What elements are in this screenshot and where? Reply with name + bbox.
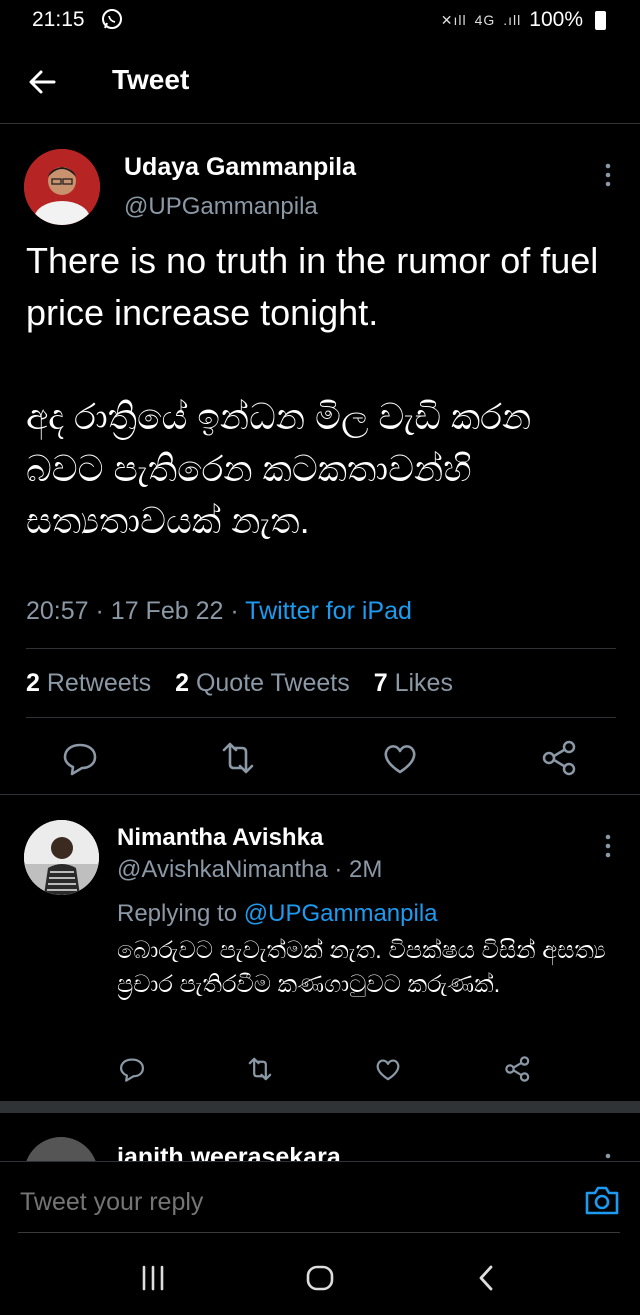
next-reply-author-name[interactable]: janith weerasekara [117, 1143, 341, 1161]
author-name[interactable]: Udaya Gammanpila [124, 153, 356, 182]
tweet-time: 20:57 [26, 597, 89, 625]
home-icon[interactable] [303, 1261, 337, 1295]
mute-icon: ✕ıll [440, 11, 467, 28]
status-icons: ✕ıll 4G .ıll 100% [441, 8, 606, 32]
like-heart-icon[interactable] [378, 736, 422, 780]
reply-tweet[interactable]: Nimantha Avishka @AvishkaNimantha · 2M R… [0, 796, 640, 1101]
signal-icon: .ıll [503, 12, 522, 28]
author-avatar[interactable] [24, 149, 100, 225]
divider [26, 717, 616, 718]
tweet-metadata: 20:57 · 17 Feb 22 · Twitter for iPad [26, 597, 412, 626]
battery-icon [595, 10, 606, 30]
meta-separator: · [95, 597, 111, 625]
section-separator [0, 1101, 640, 1113]
share-icon[interactable] [538, 736, 582, 780]
tweet-source-link[interactable]: Twitter for iPad [245, 597, 412, 625]
camera-icon[interactable] [584, 1184, 620, 1216]
replying-to: Replying to @UPGammanpila [117, 900, 438, 928]
replying-prefix: Replying to [117, 900, 238, 927]
reply-composer [0, 1161, 640, 1241]
author-handle[interactable]: @UPGammanpila [124, 193, 318, 221]
whatsapp-icon [102, 9, 122, 29]
next-reply-peek[interactable]: janith weerasekara [0, 1113, 640, 1161]
reply-age: 2M [349, 856, 383, 883]
network-label: 4G [474, 12, 496, 28]
tweet-stats: 2 Retweets 2 Quote Tweets 7 Likes [26, 669, 453, 698]
quote-tweets-stat[interactable]: 2 Quote Tweets [175, 669, 350, 698]
main-tweet: Udaya Gammanpila @UPGammanpila There is … [0, 125, 640, 795]
divider [26, 648, 616, 649]
more-options-icon[interactable] [602, 161, 614, 189]
battery-percent: 100% [529, 8, 583, 31]
meta-separator: · [230, 597, 246, 625]
system-nav-bar [0, 1241, 640, 1315]
page-title: Tweet [112, 64, 190, 95]
recent-apps-icon[interactable] [136, 1261, 170, 1295]
reply-icon[interactable] [58, 736, 102, 780]
next-reply-avatar[interactable] [24, 1137, 98, 1161]
retweet-icon[interactable] [244, 1053, 276, 1085]
retweets-stat[interactable]: 2 Retweets [26, 669, 151, 698]
tweet-date: 17 Feb 22 [110, 597, 224, 625]
tweet-actions [0, 730, 640, 786]
reply-text: බොරුවට පැවැත්මක් නැත. විපක්ෂය විසින් අසත… [117, 937, 606, 998]
more-options-icon[interactable] [602, 1151, 614, 1161]
tweet-text: There is no truth in the rumor of fuel p… [26, 240, 599, 541]
avatar-portrait [24, 149, 100, 225]
composer-underline [18, 1232, 620, 1233]
retweet-icon[interactable] [216, 736, 260, 780]
status-time: 21:15 [32, 8, 85, 31]
likes-stat[interactable]: 7 Likes [374, 669, 453, 698]
reply-icon[interactable] [116, 1053, 148, 1085]
meta-separator: · [334, 856, 350, 883]
reply-author-meta: @AvishkaNimantha · 2M [117, 856, 382, 884]
reply-actions [0, 1051, 640, 1091]
replying-mention-link[interactable]: @UPGammanpila [244, 900, 438, 927]
reply-input[interactable] [20, 1188, 540, 1217]
status-bar: 21:15 ✕ıll 4G .ıll 100% [0, 0, 640, 40]
like-heart-icon[interactable] [372, 1053, 404, 1085]
share-icon[interactable] [502, 1053, 534, 1085]
back-nav-icon[interactable] [470, 1261, 504, 1295]
reply-author-name[interactable]: Nimantha Avishka [117, 824, 323, 852]
reply-author-handle[interactable]: @AvishkaNimantha [117, 856, 328, 883]
avatar-portrait [24, 820, 99, 895]
reply-author-avatar[interactable] [24, 820, 99, 895]
app-bar: Tweet [0, 40, 640, 124]
back-arrow-icon[interactable] [20, 60, 64, 104]
more-options-icon[interactable] [602, 832, 614, 860]
